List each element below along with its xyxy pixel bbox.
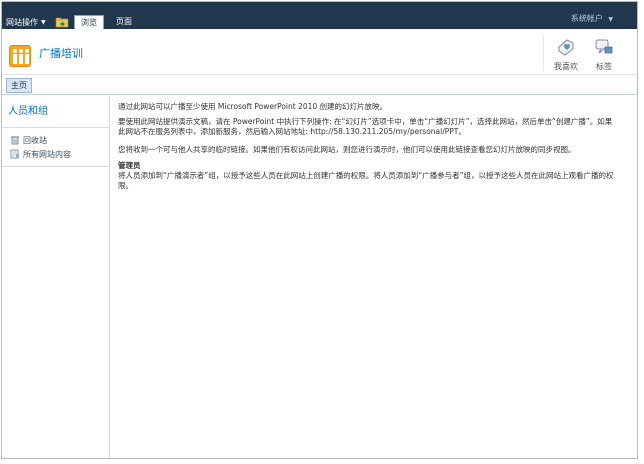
- recycle-bin-icon: [11, 136, 19, 145]
- browser-page: 网站操作 ▼ 浏览 页面 系统帐户 ▼ 广播培训 我喜欢 标签 主页 人员和组 …: [1, 1, 638, 459]
- site-title-area: 广播培训 我喜欢 标签: [2, 29, 637, 75]
- topnav-home-link[interactable]: 主页: [6, 78, 32, 93]
- ql-all-site-content-label: 所有网站内容: [23, 149, 71, 159]
- site-actions-label: 网站操作: [6, 18, 38, 27]
- tags-notes-button[interactable]: 标签: [587, 37, 621, 72]
- ql-recycle-bin-label: 回收站: [23, 135, 47, 145]
- sharing-paragraph: 您将收到一个可与他人共享的临时链接。如果他们有权访问此网站，则您进行演示时，他们…: [118, 145, 576, 154]
- site-logo-icon: [9, 45, 31, 67]
- admin-paragraph: 将人员添加到“广播演示者”组，以授予这些人员在此网站上创建广播的权限。将人员添加…: [118, 171, 614, 190]
- i-like-it-label: 我喜欢: [554, 62, 578, 71]
- all-site-content-icon: [10, 149, 19, 159]
- main-content: 通过此网站可以广播至少使用 Microsoft PowerPoint 2010 …: [118, 102, 618, 191]
- tags-notes-label: 标签: [596, 62, 612, 71]
- divider: [2, 127, 110, 128]
- divider: [2, 166, 110, 167]
- user-name: 系统帐户: [570, 14, 603, 23]
- tab-page[interactable]: 页面: [110, 15, 138, 29]
- chevron-down-icon: ▼: [608, 16, 613, 23]
- divider: [543, 35, 544, 71]
- top-link-bar: 主页: [2, 76, 637, 95]
- ql-all-site-content-link[interactable]: 所有网站内容: [10, 148, 71, 160]
- ribbon-bar: 网站操作 ▼ 浏览 页面 系统帐户 ▼: [2, 2, 637, 29]
- quick-launch: 人员和组 回收站 所有网站内容: [2, 96, 110, 458]
- i-like-it-icon: [558, 39, 574, 56]
- instructions-paragraph: 要使用此网站提供演示文稿，请在 PowerPoint 中执行下列操作: 在“幻灯…: [118, 117, 613, 136]
- chevron-down-icon: ▼: [41, 19, 46, 26]
- admin-heading: 管理员: [118, 161, 141, 170]
- intro-paragraph: 通过此网站可以广播至少使用 Microsoft PowerPoint 2010 …: [118, 102, 388, 111]
- ql-people-groups-link[interactable]: 人员和组: [8, 102, 48, 117]
- navigate-up-folder-icon[interactable]: [55, 16, 69, 28]
- tab-browse[interactable]: 浏览: [74, 15, 104, 29]
- user-menu[interactable]: 系统帐户 ▼: [571, 13, 613, 26]
- tags-notes-icon: [595, 39, 613, 54]
- i-like-it-button[interactable]: 我喜欢: [549, 37, 583, 72]
- site-title[interactable]: 广播培训: [39, 47, 83, 61]
- tab-browse-label: 浏览: [81, 18, 97, 27]
- site-actions-menu[interactable]: 网站操作 ▼: [6, 16, 46, 29]
- tab-page-label: 页面: [116, 17, 132, 26]
- ql-recycle-bin-link[interactable]: 回收站: [10, 134, 47, 146]
